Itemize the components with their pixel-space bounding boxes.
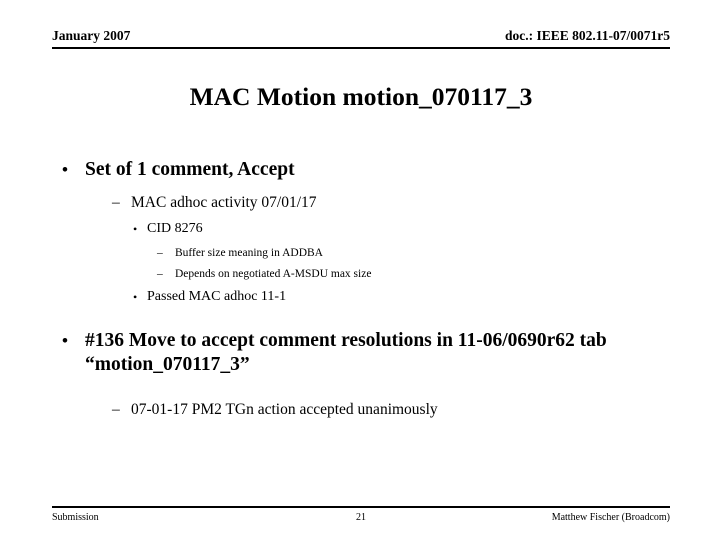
slide-footer: Submission 21 Matthew Fischer (Broadcom) — [52, 511, 670, 527]
bullet-level1-item: • #136 Move to accept comment resolution… — [52, 329, 672, 377]
bullet-text: MAC adhoc activity 07/01/17 — [131, 194, 317, 211]
header-doc-number: doc.: IEEE 802.11-07/0071r5 — [504, 28, 670, 43]
footer-divider — [52, 506, 670, 508]
bullet-level1-item: • Set of 1 comment, Accept — [52, 158, 672, 182]
bullet-level4-item: – Buffer size meaning in ADDBA — [52, 245, 672, 262]
bullet-text: Buffer size meaning in ADDBA — [175, 247, 323, 259]
slide-body: • Set of 1 comment, Accept – MAC adhoc a… — [52, 158, 672, 420]
bullet-level4-item: – Depends on negotiated A-MSDU max size — [52, 266, 672, 283]
bullet-marker-dash-icon: – — [157, 268, 163, 280]
bullet-text: Passed MAC adhoc 11-1 — [147, 289, 287, 304]
slide-title: MAC Motion motion_070117_3 — [189, 82, 533, 111]
bullet-level2-item: – 07-01-17 PM2 TGn action accepted unani… — [52, 399, 672, 420]
bullet-marker-dash-icon: – — [112, 401, 120, 418]
bullet-text: CID 8276 — [147, 221, 203, 236]
header-date: January 2007 — [52, 28, 131, 43]
bullet-text: Set of 1 comment, Accept — [85, 159, 295, 180]
bullet-marker-dot-icon: • — [62, 331, 68, 350]
bullet-marker-dash-icon: – — [157, 247, 163, 259]
bullet-text: Depends on negotiated A-MSDU max size — [175, 268, 372, 280]
bullet-marker-dot-icon: • — [133, 222, 138, 236]
slide: January 2007 doc.: IEEE 802.11-07/0071r5… — [0, 0, 720, 540]
bullet-level3-item: • CID 8276 — [52, 219, 672, 239]
bullet-level3-item: • Passed MAC adhoc 11-1 — [52, 287, 672, 307]
footer-author: Matthew Fischer (Broadcom) — [551, 512, 670, 523]
bullet-marker-dash-icon: – — [112, 194, 120, 211]
bullet-text: #136 Move to accept comment resolutions … — [85, 330, 607, 375]
bullet-marker-dot-icon: • — [62, 160, 68, 179]
bullet-text: 07-01-17 PM2 TGn action accepted unanimo… — [131, 401, 438, 418]
bullet-marker-dot-icon: • — [133, 290, 138, 304]
bullet-level2-item: – MAC adhoc activity 07/01/17 — [52, 192, 672, 213]
header-divider — [52, 47, 670, 49]
